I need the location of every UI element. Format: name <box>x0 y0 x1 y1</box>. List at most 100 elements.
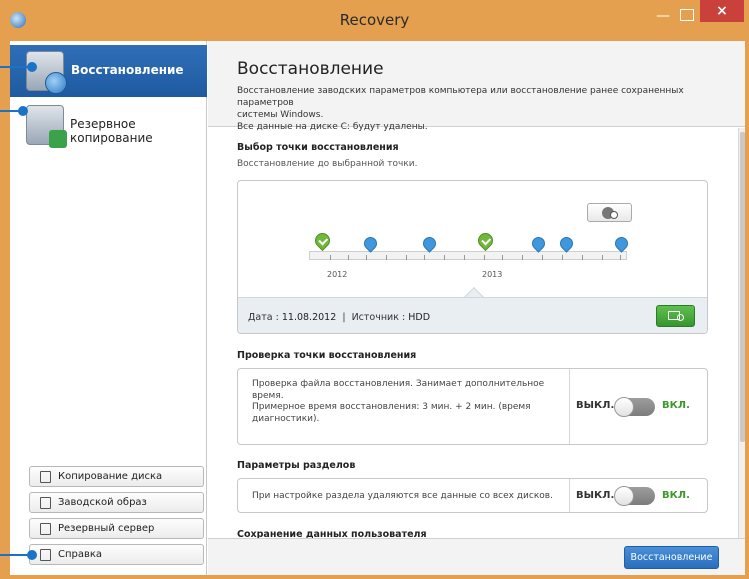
callout-dot <box>18 106 28 116</box>
restore-point-marker-verified[interactable] <box>474 229 497 252</box>
tick <box>562 255 563 260</box>
page-header: Восстановление Восстановление заводских … <box>208 41 745 132</box>
backup-server-button[interactable]: Резервный сервер <box>29 518 204 539</box>
partition-option-text: При настройке раздела удаляются все данн… <box>252 491 553 501</box>
restore-point-marker[interactable] <box>361 234 380 253</box>
year-label: 2012 <box>327 270 348 279</box>
sidebar-item-label: Восстановление <box>71 63 184 77</box>
tick <box>444 255 445 260</box>
window-frame-left <box>0 41 10 579</box>
tick <box>330 255 331 260</box>
date-value: 11.08.2012 <box>281 312 337 323</box>
restore-point-subtitle: Восстановление до выбранной точки. <box>237 159 418 169</box>
check-toggle-on-label: ВКЛ. <box>662 400 690 411</box>
partition-toggle[interactable] <box>614 486 655 506</box>
tick <box>502 255 503 260</box>
tick <box>582 255 583 260</box>
page-title: Восстановление <box>237 59 384 79</box>
timeline-settings-button[interactable] <box>587 203 632 222</box>
tick <box>424 255 425 260</box>
tick <box>522 255 523 260</box>
restore-point-title: Выбор точки восстановления <box>237 142 399 153</box>
sidebar-item-label: Резервное копирование <box>70 117 153 145</box>
factory-image-label: Заводской образ <box>58 497 147 508</box>
partition-toggle-on-label: ВКЛ. <box>662 490 690 501</box>
close-button[interactable]: × <box>700 0 744 22</box>
toggle-knob <box>614 486 634 506</box>
date-label: Дата : <box>248 312 279 323</box>
callout-line <box>0 554 30 556</box>
tick <box>348 255 349 260</box>
restore-point-selected-marker[interactable] <box>311 229 334 252</box>
copy-disk-icon <box>40 471 51 483</box>
maximize-button[interactable] <box>680 9 694 21</box>
check-text-line: диагностики). <box>252 413 320 424</box>
minimize-button[interactable]: — <box>652 7 674 27</box>
partition-section-title: Параметры разделов <box>237 460 356 471</box>
details-separator: | <box>342 312 346 323</box>
timeline-details-bar: Дата : 11.08.2012 | Источник : HDD <box>238 297 707 333</box>
backup-server-label: Резервный сервер <box>58 523 155 534</box>
help-icon <box>40 549 51 561</box>
restore-button[interactable]: Восстановление <box>624 546 719 569</box>
check-text-line: Примерное время восстановления: 3 мин. +… <box>252 402 531 412</box>
factory-image-icon <box>40 497 51 509</box>
help-button[interactable]: Справка <box>29 544 204 565</box>
window-frame-bottom <box>0 575 749 579</box>
check-toggle[interactable] <box>614 397 655 417</box>
toggle-knob <box>614 397 634 417</box>
check-text-line: Проверка файла восстановления. Занимает … <box>252 379 545 389</box>
scrollbar[interactable] <box>738 128 745 538</box>
source-label: Источник : <box>351 312 406 323</box>
callout-dot <box>27 62 37 72</box>
copy-disk-label: Копирование диска <box>58 471 163 482</box>
timeline-ruler[interactable] <box>309 251 627 260</box>
tick <box>366 255 367 260</box>
sidebar-item-restore[interactable]: Восстановление <box>10 45 207 97</box>
main-panel: Восстановление Восстановление заводских … <box>208 41 745 575</box>
tick <box>406 255 407 260</box>
view-restore-point-button[interactable] <box>656 305 695 327</box>
restore-point-marker[interactable] <box>420 234 439 253</box>
factory-image-button[interactable]: Заводской образ <box>29 492 204 513</box>
check-toggle-off-label: ВЫКЛ. <box>576 400 615 411</box>
scrollbar-thumb[interactable] <box>740 132 745 442</box>
window-frame-right <box>745 41 749 579</box>
partition-option-box: При настройке раздела удаляются все данн… <box>237 478 708 513</box>
tick <box>620 255 621 260</box>
option-divider <box>569 369 570 444</box>
sidebar-item-backup[interactable]: Резервное копирование <box>10 99 207 151</box>
help-label: Справка <box>58 549 103 560</box>
restore-point-marker[interactable] <box>612 234 631 253</box>
tick <box>602 255 603 260</box>
partition-toggle-off-label: ВЫКЛ. <box>576 490 615 501</box>
restore-point-marker[interactable] <box>529 234 548 253</box>
source-value: HDD <box>408 312 431 323</box>
tick <box>464 255 465 260</box>
tick <box>484 255 485 260</box>
window-title: Recovery <box>339 11 410 29</box>
backup-server-icon <box>40 523 51 535</box>
option-divider <box>569 479 570 512</box>
page-description: Восстановление заводских параметров комп… <box>237 85 727 133</box>
tick <box>386 255 387 260</box>
callout-line <box>0 66 30 68</box>
year-label: 2013 <box>482 270 503 279</box>
check-option-box: Проверка файла восстановления. Занимает … <box>237 368 708 445</box>
callout-dot <box>27 550 37 560</box>
action-footer: Восстановление <box>208 538 745 575</box>
content-scroll-area[interactable]: Выбор точки восстановления Восстановлени… <box>208 128 745 538</box>
check-text-line: время. <box>252 390 284 401</box>
user-data-section-title: Сохранение данных пользователя <box>237 529 427 538</box>
search-icon <box>677 314 684 321</box>
tick <box>542 255 543 260</box>
check-option-text: Проверка файла восстановления. Занимает … <box>252 379 544 425</box>
description-line: Восстановление заводских параметров комп… <box>237 86 684 108</box>
copy-disk-button[interactable]: Копирование диска <box>29 466 204 487</box>
check-section-title: Проверка точки восстановления <box>237 350 417 361</box>
restore-point-marker[interactable] <box>557 234 576 253</box>
refresh-icon <box>610 211 618 219</box>
restore-point-details: Дата : 11.08.2012 | Источник : HDD <box>248 312 430 323</box>
timeline-panel: 2012 2013 Дата : 11.08.2012 | Источник :… <box>237 180 708 334</box>
title-bar: Recovery — × <box>0 0 749 41</box>
